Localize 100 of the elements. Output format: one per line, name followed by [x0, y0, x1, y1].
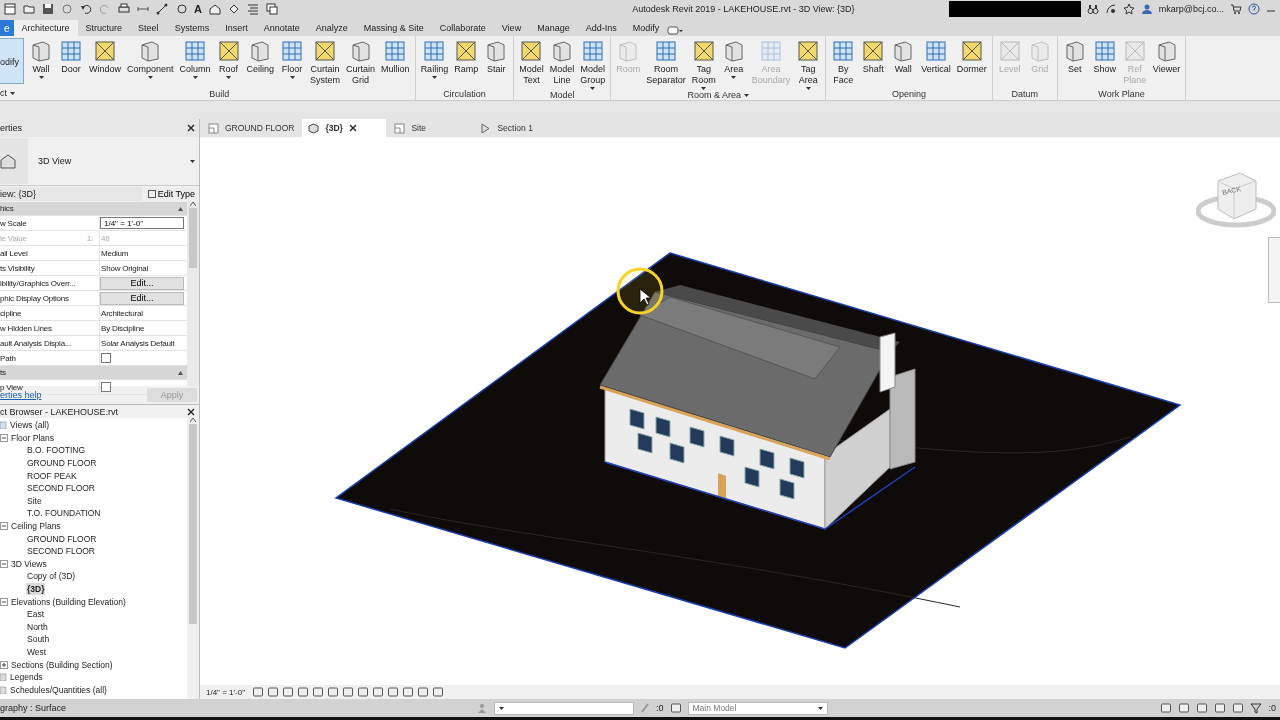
help-icon[interactable]	[1248, 3, 1260, 15]
ribbon-tool[interactable]: Ceiling	[243, 39, 278, 75]
ribbon-tool[interactable]: Roof	[213, 39, 244, 79]
ribbon-tab[interactable]: Steel	[130, 20, 167, 36]
tree-item[interactable]: GROUND FLOOR	[26, 533, 98, 544]
grid-icon[interactable]	[59, 39, 83, 63]
view-control-icon[interactable]	[312, 686, 324, 698]
tree-item[interactable]: Ceiling Plans	[10, 521, 62, 532]
ribbon-tool[interactable]: Tag Area	[793, 39, 824, 90]
tree-item[interactable]: Copy of (3D)	[26, 571, 77, 582]
ribbon-tool[interactable]: Wall	[26, 39, 56, 79]
tree-item[interactable]: Elevations (Building Elevation)	[10, 596, 127, 607]
cart-icon[interactable]	[1230, 3, 1242, 15]
tree-item[interactable]: Schedules/Quantities (all)	[9, 684, 108, 695]
user-account[interactable]: mkarp@bcj.co...	[1158, 4, 1224, 14]
close-icon[interactable]	[187, 124, 195, 132]
house-icon[interactable]	[208, 3, 221, 15]
grid-icon[interactable]	[580, 39, 605, 63]
ribbon-tool[interactable]: Curtain Grid	[343, 39, 379, 86]
star-icon[interactable]	[1122, 3, 1135, 15]
view-control-icon[interactable]	[372, 686, 384, 698]
grid-icon[interactable]	[654, 39, 678, 63]
ribbon-tool[interactable]: Stair	[481, 39, 512, 75]
ribbon-tab[interactable]: Annotate	[255, 20, 308, 36]
tree-item[interactable]: {3D}	[26, 583, 46, 595]
select-menu[interactable]: ct	[0, 88, 7, 98]
crossed-square-icon[interactable]	[216, 39, 241, 63]
ribbon-tab[interactable]: Add-Ins	[577, 20, 625, 36]
panel-toggle-icon[interactable]	[667, 26, 684, 36]
ribbon-tool[interactable]: Area	[718, 39, 749, 79]
help-link[interactable]: erties help	[0, 390, 42, 400]
edit-type-button[interactable]: Edit Type	[145, 188, 197, 200]
open-icon[interactable]	[23, 3, 35, 15]
grid-icon[interactable]	[1092, 39, 1117, 63]
ribbon-tool[interactable]: Door	[56, 39, 86, 75]
view-control-icon[interactable]	[282, 686, 294, 698]
switch-windows-icon[interactable]	[265, 3, 278, 15]
checkbox[interactable]	[101, 382, 111, 392]
grid-icon[interactable]	[924, 39, 949, 63]
ribbon-tool[interactable]: Curtain System	[307, 39, 344, 86]
view-control-icon[interactable]	[402, 686, 414, 698]
ribbon-tool[interactable]: Floor	[277, 39, 308, 79]
ribbon-tool[interactable]: Vertical	[918, 39, 954, 75]
ribbon-tool[interactable]: Model Text	[516, 39, 547, 86]
tree-item[interactable]: B.O. FOOTING	[26, 445, 87, 456]
grid-icon[interactable]	[280, 39, 305, 63]
collapse-icon[interactable]	[0, 597, 8, 606]
tree-item[interactable]: Views (all)	[9, 420, 51, 431]
view-control-icon[interactable]	[327, 686, 339, 698]
modify-button[interactable]: odify	[0, 38, 24, 84]
tree-item[interactable]: SECOND FLOOR	[26, 546, 96, 557]
view-control-icon[interactable]	[417, 686, 429, 698]
scroll-up-icon[interactable]	[190, 418, 196, 422]
view-control-icon[interactable]	[297, 686, 309, 698]
ribbon-tool[interactable]: Shaft	[858, 39, 889, 75]
ribbon-tab[interactable]: Structure	[77, 20, 131, 36]
dimension-icon[interactable]	[156, 3, 168, 15]
close-icon[interactable]	[187, 407, 195, 416]
grid-icon[interactable]	[422, 39, 447, 63]
ribbon-tab[interactable]: Manage	[529, 20, 578, 36]
tree-item[interactable]: East	[26, 609, 45, 620]
ribbon-tool[interactable]: Window	[86, 39, 124, 75]
tree-item[interactable]: T.O. FOUNDATION	[26, 508, 102, 519]
crossed-square-icon[interactable]	[519, 39, 544, 63]
ribbon-tool[interactable]: Component	[124, 39, 177, 79]
ribbon-tab[interactable]: Insert	[217, 20, 256, 36]
user-icon[interactable]	[1140, 3, 1153, 15]
ribbon-tab[interactable]: Massing & Site	[355, 20, 432, 36]
grid-icon[interactable]	[831, 39, 856, 63]
ribbon-tool[interactable]: Room Separator	[643, 39, 689, 86]
collapse-icon[interactable]	[0, 433, 8, 442]
scale-field[interactable]: 1/4" = 1'-0"	[100, 217, 184, 229]
document-tab[interactable]: {3D}	[302, 119, 387, 137]
tree-item[interactable]: SECOND FLOOR	[26, 483, 96, 494]
tree-item[interactable]: South	[26, 634, 51, 645]
tree-item[interactable]: Site	[26, 495, 43, 506]
block-icon[interactable]	[29, 39, 53, 63]
ribbon-tool[interactable]: Railing	[417, 39, 452, 79]
expand-icon[interactable]	[0, 660, 8, 669]
ribbon-tab[interactable]: Collaborate	[431, 20, 494, 36]
crossed-square-icon[interactable]	[959, 39, 984, 63]
view-control-icon[interactable]	[387, 686, 399, 698]
tree-item[interactable]: Legends	[9, 672, 44, 683]
ribbon-tool[interactable]: Column	[176, 39, 214, 79]
ribbon-tool[interactable]: Wall	[888, 39, 919, 75]
section-header[interactable]: hics	[0, 204, 14, 213]
crossed-square-icon[interactable]	[93, 39, 117, 63]
view-control-icon[interactable]	[342, 686, 354, 698]
edit-button[interactable]: Edit...	[100, 276, 184, 290]
grid-icon[interactable]	[183, 39, 208, 63]
scale-selector[interactable]: 1/4" = 1'-0"	[206, 687, 245, 697]
ribbon-tab[interactable]: Modify	[624, 20, 668, 36]
app-icon[interactable]	[4, 3, 16, 15]
ribbon-tool[interactable]: Viewer	[1149, 39, 1184, 75]
tree-item[interactable]: 3D Views	[10, 558, 48, 569]
collapse-arrow-icon[interactable]	[178, 206, 183, 211]
ribbon-tool[interactable]: Model Line	[546, 39, 578, 86]
ribbon-tab[interactable]: Analyze	[307, 20, 356, 36]
ribbon-tool[interactable]: Dormer	[953, 39, 990, 75]
tree-item[interactable]: Sections (Building Section)	[10, 659, 114, 670]
